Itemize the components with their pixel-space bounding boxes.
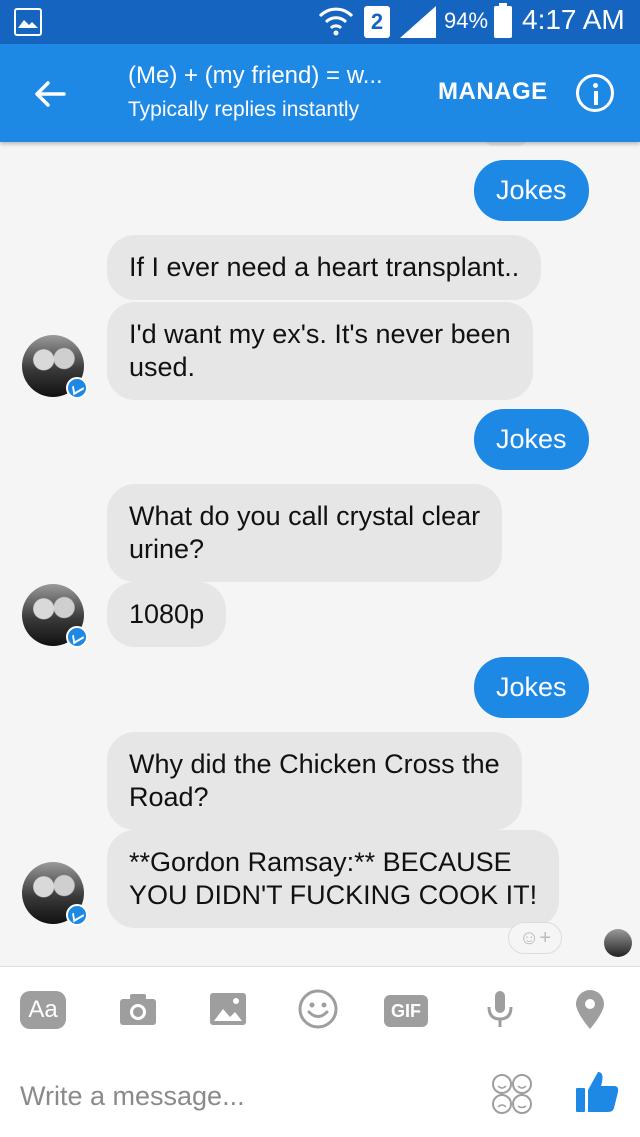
conversation-title[interactable]: (Me) + (my friend) = w... (128, 62, 383, 90)
message-bubble-incoming[interactable]: I'd want my ex's. It's never been used. (107, 302, 533, 400)
message-bubble-outgoing[interactable]: Jokes (474, 160, 589, 221)
sim-indicator: 2 (364, 6, 390, 38)
contact-avatar[interactable] (22, 584, 88, 648)
previous-message-edge (484, 142, 528, 146)
messenger-badge-icon (66, 904, 88, 926)
message-bubble-incoming[interactable]: If I ever need a heart transplant.. (107, 235, 542, 300)
gif-button[interactable]: GIF (384, 995, 428, 1027)
contact-avatar[interactable] (22, 335, 88, 399)
emoji-icon[interactable] (296, 987, 340, 1031)
text-mode-button[interactable]: Aa (20, 991, 66, 1029)
like-icon[interactable] (574, 1068, 620, 1114)
battery-percentage: 94% (444, 8, 489, 33)
microphone-icon[interactable] (478, 987, 522, 1031)
conversation-status: Typically replies instantly (128, 98, 360, 121)
signal-icon (400, 6, 436, 38)
wifi-icon (318, 7, 354, 36)
message-bubble-outgoing[interactable]: Jokes (474, 657, 589, 718)
clock: 4:17 AM (522, 4, 625, 35)
add-reaction-icon[interactable]: ☺+ (508, 922, 562, 954)
message-bubble-outgoing[interactable]: Jokes (474, 409, 589, 470)
camera-icon[interactable] (116, 987, 160, 1031)
conversation-header: (Me) + (my friend) = w... Typically repl… (0, 44, 640, 142)
location-icon[interactable] (568, 987, 612, 1031)
back-arrow-icon[interactable] (30, 74, 70, 114)
messenger-badge-icon (66, 377, 88, 399)
contact-avatar[interactable] (22, 862, 88, 926)
message-bubble-incoming[interactable]: What do you call crystal clear urine? (107, 484, 503, 582)
message-input[interactable] (20, 1076, 460, 1116)
manage-button[interactable]: MANAGE (438, 78, 548, 106)
info-icon[interactable] (576, 74, 614, 112)
stickers-icon[interactable] (490, 1072, 534, 1116)
image-icon[interactable] (206, 987, 250, 1031)
composer (0, 1050, 640, 1137)
message-bubble-incoming[interactable]: Why did the Chicken Cross the Road? (107, 732, 522, 830)
message-bubble-incoming[interactable]: 1080p (107, 582, 227, 647)
messenger-badge-icon (66, 626, 88, 648)
message-list[interactable]: Jokes If I ever need a heart transplant.… (0, 142, 640, 966)
gallery-icon (14, 8, 42, 36)
composer-toolbar: Aa GIF (0, 966, 640, 1050)
status-bar: 2 94% 4:17 AM (0, 0, 640, 44)
message-bubble-incoming[interactable]: **Gordon Ramsay:** BECAUSE YOU DIDN'T FU… (107, 830, 560, 928)
seen-indicator-avatar (604, 929, 632, 957)
battery-icon (494, 3, 512, 38)
